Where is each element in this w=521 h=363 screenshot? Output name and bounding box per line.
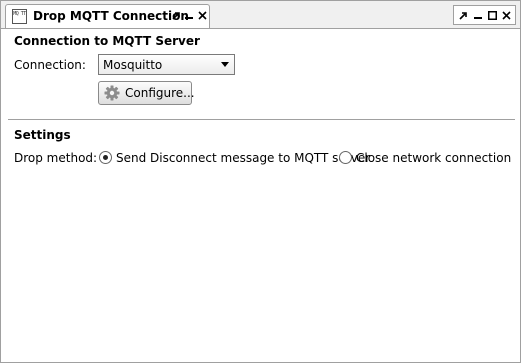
connection-section-title: Connection to MQTT Server [14,34,200,48]
close-icon[interactable] [500,8,513,23]
tab-drop-mqtt-connection[interactable]: MQ TT Drop MQTT Connection [5,4,210,28]
tab-title: Drop MQTT Connection [33,9,189,23]
close-icon[interactable] [196,8,209,23]
radio-close-network-label[interactable]: Close network connection [356,151,511,165]
radio-close-network[interactable] [339,151,352,164]
minimize-icon[interactable] [183,8,196,23]
maximize-icon[interactable] [486,8,499,23]
connection-value: Mosquitto [103,58,163,72]
section-divider [8,119,515,120]
drop-mqtt-connection-view: MQ TT Drop MQTT Connection Connection to… [0,0,521,363]
view-stack-controls [453,5,516,25]
radio-send-disconnect[interactable] [99,151,112,164]
mqtt-icon: MQ TT [12,9,27,24]
settings-section-title: Settings [14,128,71,142]
radio-send-disconnect-label[interactable]: Send Disconnect message to MQTT server [116,151,370,165]
configure-button[interactable]: Configure... [98,81,195,105]
radio-selected-dot [103,155,108,160]
tab-bar: MQ TT Drop MQTT Connection [1,1,520,29]
restore-icon[interactable] [457,8,470,23]
drop-method-label: Drop method: [14,151,98,165]
restore-icon[interactable] [170,8,183,23]
gear-icon [104,85,120,101]
configure-label: Configure... [125,86,195,100]
connection-label: Connection: [14,58,86,72]
connection-select[interactable]: Mosquitto [98,54,235,75]
dropdown-arrow-icon [221,62,229,67]
minimize-icon[interactable] [472,8,485,23]
